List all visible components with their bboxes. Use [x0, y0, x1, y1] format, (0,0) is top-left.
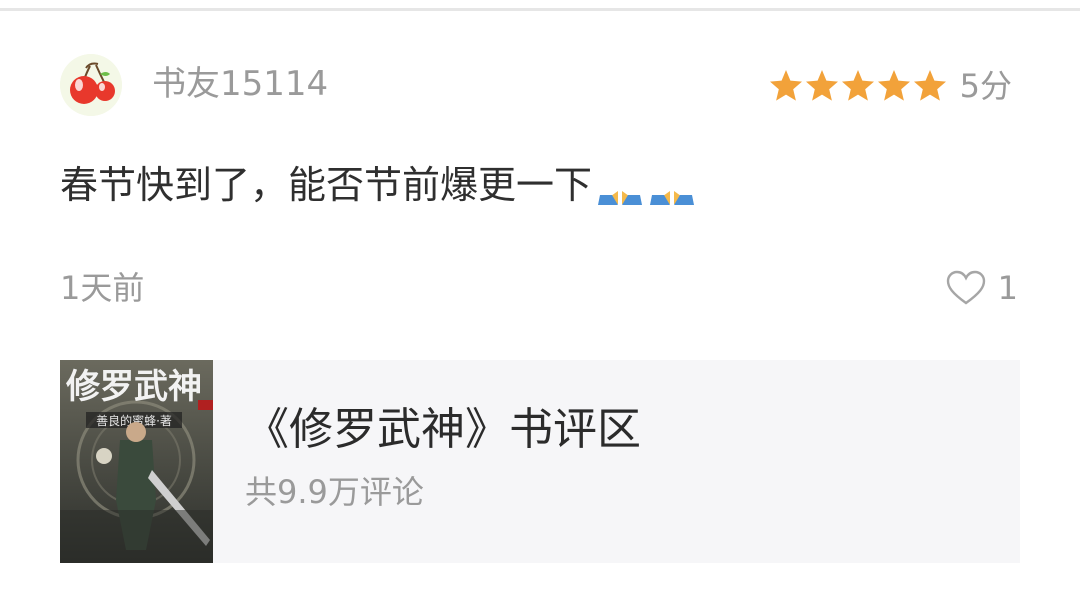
star-icon	[841, 70, 874, 101]
rating-score: 5分	[959, 67, 1012, 105]
cover-title-art: 修罗武神	[65, 367, 202, 407]
user-avatar[interactable]	[60, 54, 122, 116]
book-cover: 修罗武神 善良的蜜蜂·著	[60, 360, 213, 563]
top-divider	[0, 8, 1080, 11]
star-icon	[805, 70, 838, 101]
book-cover-art: 修罗武神 善良的蜜蜂·著	[60, 360, 213, 563]
rating: 5分	[768, 64, 1012, 108]
star-icon	[877, 70, 910, 101]
timestamp: 1天前	[60, 269, 145, 307]
like-button[interactable]: 1	[946, 266, 1018, 310]
comment-text: 春节快到了，能否节前爆更一下	[60, 158, 696, 212]
heart-icon	[946, 270, 985, 305]
book-review-title: 《修罗武神》书评区	[245, 404, 641, 455]
like-count: 1	[997, 269, 1018, 307]
book-comment-count: 共9.9万评论	[245, 473, 424, 511]
pray-emoji-icon	[650, 167, 695, 205]
pray-emoji-icon	[598, 167, 643, 205]
star-icon	[769, 70, 802, 101]
cherry-avatar-icon	[60, 54, 122, 116]
rating-stars	[768, 68, 948, 104]
comment-body: 春节快到了，能否节前爆更一下	[60, 163, 593, 207]
star-icon	[913, 70, 946, 101]
username[interactable]: 书友15114	[152, 62, 328, 106]
book-review-card[interactable]: 修罗武神 善良的蜜蜂·著 《修罗武神》书评区 共9.9万评论	[60, 360, 1020, 563]
